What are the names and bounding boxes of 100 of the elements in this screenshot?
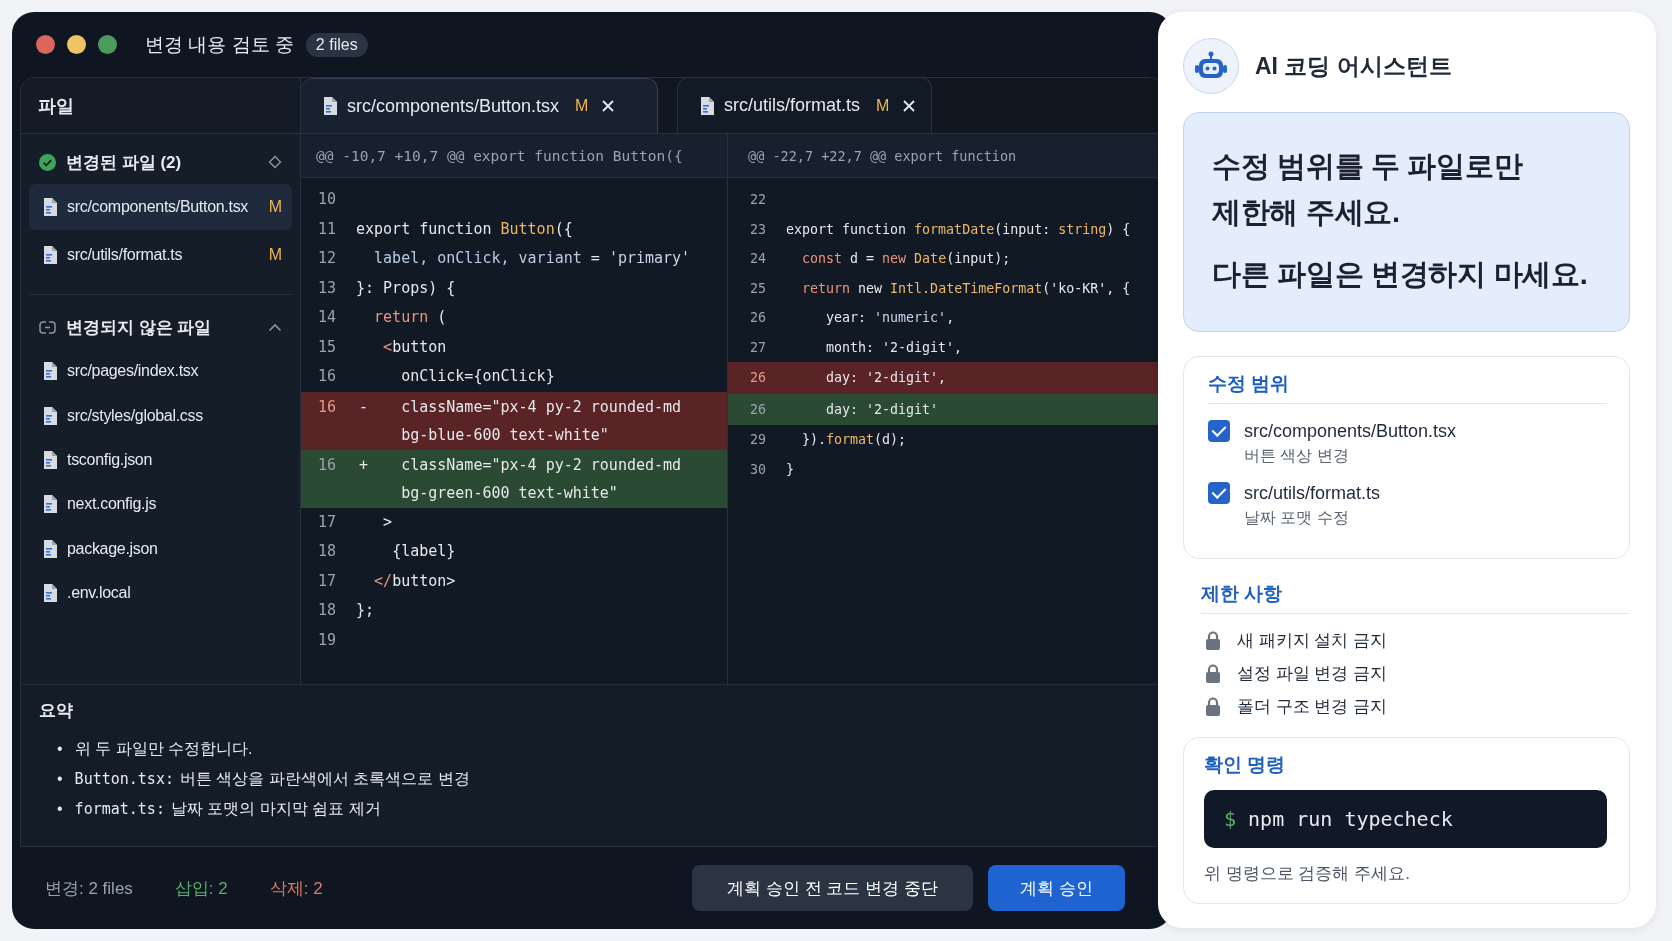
file-item[interactable]: next.config.js [29,482,292,527]
code-line: <button [383,336,448,358]
file-tab[interactable]: src/components/Button.tsx M [301,78,658,133]
line-number: 13 [317,277,338,299]
line-number: 24 [749,250,767,268]
code-line: {label} [392,541,457,562]
verify-note: 위 명령으로 검증해 주세요. [1204,863,1411,885]
minimize-dot[interactable] [67,35,86,54]
file-item[interactable]: src/pages/index.tsx [29,349,292,394]
code-line: }; [356,600,376,621]
line-number: 17 [317,511,338,533]
approve-button[interactable]: 계획 승인 [988,865,1125,911]
diff-stat: 변경: 2 files [45,877,133,900]
summary-item: format.ts: 날짜 포맷의 마지막 쉼표 제거 [74,799,381,820]
line-number: 27 [749,338,767,357]
section-title: 제한 사항 [1201,581,1630,614]
summary-title: 요약 [39,700,74,722]
bullet: • [57,739,63,759]
section-title: 확인 명령 [1204,753,1287,777]
chevron-up-icon[interactable] [268,322,282,332]
file-item[interactable]: tsconfig.json [29,437,292,483]
code-line: export function Button({ [356,218,574,240]
command-block: $ npm run typecheck [1204,790,1607,848]
file-item[interactable]: src/styles/global.css [29,393,292,438]
scope-path: src/components/Button.tsx [1244,420,1457,443]
line-number: 23 [749,220,767,239]
section-title: 수정 범위 [1208,371,1607,404]
file-item[interactable]: src/components/Button.tsx M [29,184,292,230]
scope-description: 버튼 색상 변경 [1244,446,1350,466]
code-line: }).format(d); [802,431,908,449]
code-line: day: '2-digit' [826,400,940,419]
file-icon [323,97,337,115]
line-number: 15 [317,336,338,358]
bullet: • [57,769,63,789]
group-title: 변경되지 않은 파일 [66,316,213,339]
code-line: export function formatDate(input: string) { [786,220,1132,239]
file-icon [43,495,57,514]
restriction-text: 새 패키지 설치 금지 [1237,630,1388,652]
line-number: 10 [317,189,338,210]
scope-path: src/utils/format.ts [1244,482,1381,505]
code-line: }: Props) { [356,277,457,299]
code-line: return new Intl.DateTimeFormat('ko-KR', { [802,279,1132,298]
diff-stat: 삭제: 2 [269,877,323,900]
bullet: • [57,799,63,819]
diamond-icon[interactable] [268,155,282,169]
close-dot[interactable] [36,35,55,54]
diff-sign: + [359,454,369,476]
file-icon [700,96,714,115]
close-icon[interactable] [602,100,615,112]
link-icon [39,319,56,335]
code-line: return ( [374,307,448,328]
line-number: 17 [317,570,338,592]
line-number: 12 [317,248,338,269]
line-number: 18 [317,541,338,562]
line-number: 26 [749,400,767,419]
code-line: onClick={onClick} [401,366,556,387]
line-number: 30 [749,460,767,479]
line-number: 11 [317,218,338,240]
lock-icon [1205,664,1221,683]
file-icon [43,450,57,469]
summary-item: 위 두 파일만 수정합니다. [74,739,253,759]
code-line: day: '2-digit', [826,369,948,387]
line-number: 18 [317,600,338,621]
close-icon[interactable] [903,99,916,112]
file-icon [43,246,57,264]
restriction-text: 폴더 구조 변경 금지 [1237,696,1388,718]
maximize-dot[interactable] [98,35,117,54]
file-count-badge: 2 files [305,32,368,57]
line-number: 16 [317,396,338,418]
line-number: 29 [749,431,767,449]
file-icon [43,362,57,381]
file-tab[interactable]: src/utils/format.ts M [677,78,933,133]
code-line: className="px-4 py-2 rounded-md bg-blue-600 text-white" [401,396,683,446]
file-icon [43,539,57,558]
lock-icon [1205,697,1221,716]
group-title: 변경된 파일 (2) [66,151,183,174]
line-number: 22 [749,191,767,209]
file-icon [43,406,57,425]
file-icon [43,198,57,216]
checkbox[interactable] [1208,482,1230,504]
code-line: const d = new Date(input); [802,250,1012,268]
instruction-text: 수정 범위를 두 파일로만 제한해 주세요. [1212,149,1524,230]
scope-description: 날짜 포맷 수정 [1244,508,1350,528]
code-line: className="px-4 py-2 rounded-md bg-green-600 text-white" [401,454,683,504]
file-item[interactable]: src/utils/format.ts M [29,232,292,278]
line-number: 26 [749,309,767,327]
sidebar-title: 파일 [21,78,301,134]
stop-button[interactable]: 계획 승인 전 코드 변경 중단 [692,865,973,911]
instruction-text: 다른 파일은 변경하지 마세요. [1212,257,1589,292]
line-number: 25 [749,279,767,298]
lock-icon [1205,631,1221,650]
code-line: label, onClick, variant = 'primary' [374,248,692,269]
code-line: month: '2-digit', [826,338,964,357]
file-item[interactable]: package.json [29,526,292,571]
file-icon [43,584,57,603]
checkbox[interactable] [1208,420,1230,442]
line-number: 19 [317,629,338,651]
file-item[interactable]: .env.local [29,570,292,616]
hunk-header: @@ -10,7 +10,7 @@ export function Button({ [301,134,727,178]
line-number: 16 [317,366,338,387]
